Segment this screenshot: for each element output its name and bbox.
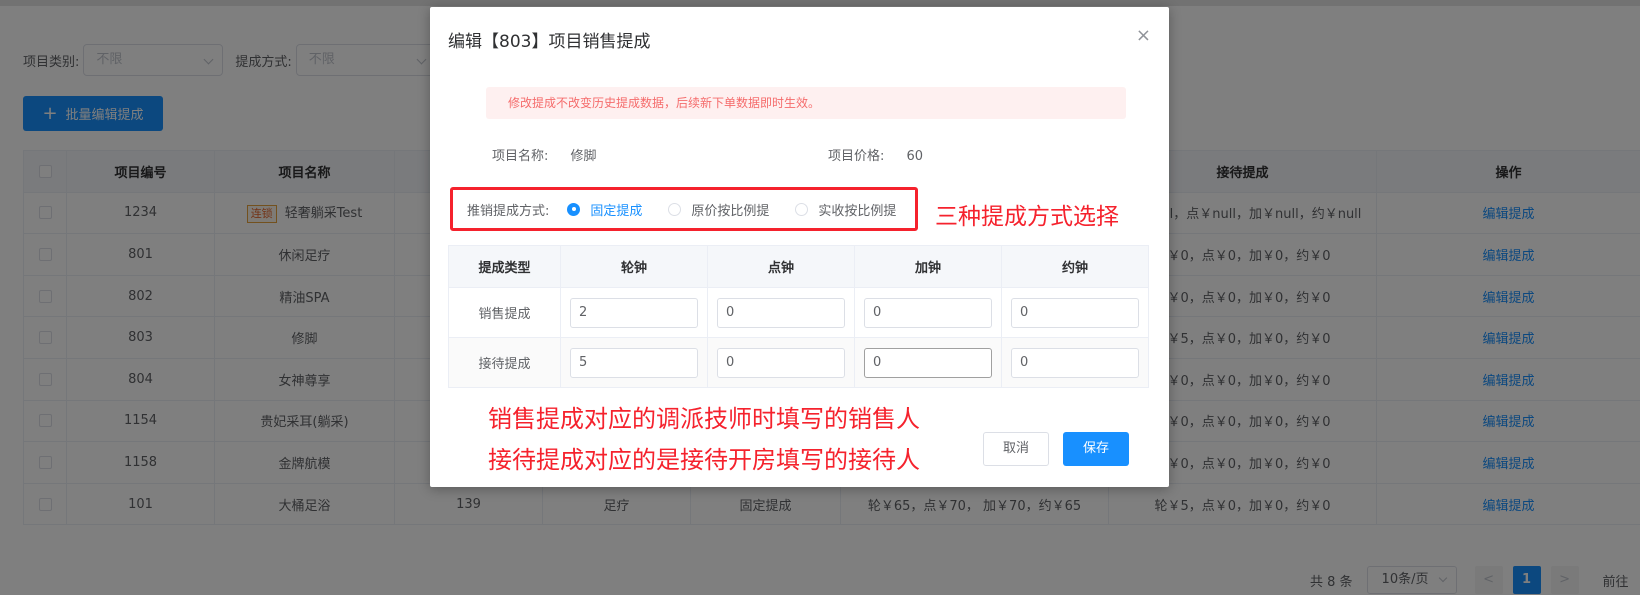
- reception-annotation: 接待提成对应的是接待开房填写的接待人: [488, 446, 920, 474]
- commission-method-group: 推销提成方式: 固定提成 原价按比例提 实收按比例提: [450, 187, 918, 231]
- warning-alert: 修改提成不改变历史提成数据，后续新下单数据即时生效。: [486, 87, 1126, 119]
- radio-original-ratio[interactable]: 原价按比例提: [668, 200, 769, 219]
- project-name-value: 修脚: [570, 149, 597, 164]
- radio-checked-icon: [567, 202, 581, 216]
- commission-method-label: 推销提成方式:: [467, 203, 550, 219]
- radio-original-ratio-label: 原价按比例提: [691, 203, 770, 219]
- reception-appointment-input[interactable]: [1011, 347, 1139, 378]
- col-header-extra: 加钟: [854, 245, 1002, 288]
- reception-extra-input[interactable]: [864, 347, 992, 378]
- radio-actual-ratio[interactable]: 实收按比例提: [795, 200, 896, 219]
- radio-fixed[interactable]: 固定提成: [567, 200, 642, 219]
- col-header-appointment: 约钟: [1001, 245, 1149, 288]
- sales-annotation: 销售提成对应的调派技师时填写的销售人: [488, 405, 920, 433]
- sales-appointment-input[interactable]: [1011, 297, 1139, 328]
- sales-commission-row: 销售提成: [448, 287, 1149, 338]
- cancel-button[interactable]: 取消: [983, 432, 1049, 466]
- commission-header-row: 提成类型 轮钟 点钟 加钟 约钟: [448, 245, 1149, 288]
- sales-commission-label: 销售提成: [448, 287, 561, 338]
- sales-extra-input[interactable]: [864, 297, 992, 328]
- method-annotation: 三种提成方式选择: [935, 204, 1119, 230]
- radio-unchecked-icon: [668, 202, 682, 216]
- project-name-row: 项目名称: 修脚: [492, 145, 597, 164]
- dialog-title: 编辑【803】项目销售提成: [448, 32, 651, 52]
- reception-point-input[interactable]: [717, 347, 845, 378]
- radio-unchecked-icon: [795, 202, 809, 216]
- reception-commission-row: 接待提成: [448, 337, 1149, 388]
- radio-actual-ratio-label: 实收按比例提: [818, 203, 897, 219]
- col-header-commission-type: 提成类型: [448, 245, 561, 288]
- sales-round-input[interactable]: [570, 297, 698, 328]
- commission-table: 提成类型 轮钟 点钟 加钟 约钟 销售提成 接待提成: [448, 245, 1149, 388]
- sales-point-input[interactable]: [717, 297, 845, 328]
- col-header-round: 轮钟: [560, 245, 708, 288]
- edit-commission-dialog: 编辑【803】项目销售提成 × 修改提成不改变历史提成数据，后续新下单数据即时生…: [430, 7, 1169, 487]
- reception-commission-label: 接待提成: [448, 337, 561, 388]
- close-icon[interactable]: ×: [1136, 25, 1151, 46]
- project-price-label: 项目价格:: [828, 149, 885, 164]
- col-header-point: 点钟: [707, 245, 855, 288]
- project-price-value: 60: [906, 149, 924, 164]
- project-name-label: 项目名称:: [492, 149, 549, 164]
- radio-fixed-label: 固定提成: [590, 203, 643, 219]
- project-price-row: 项目价格: 60: [828, 145, 923, 164]
- save-button[interactable]: 保存: [1063, 432, 1129, 466]
- reception-round-input[interactable]: [570, 347, 698, 378]
